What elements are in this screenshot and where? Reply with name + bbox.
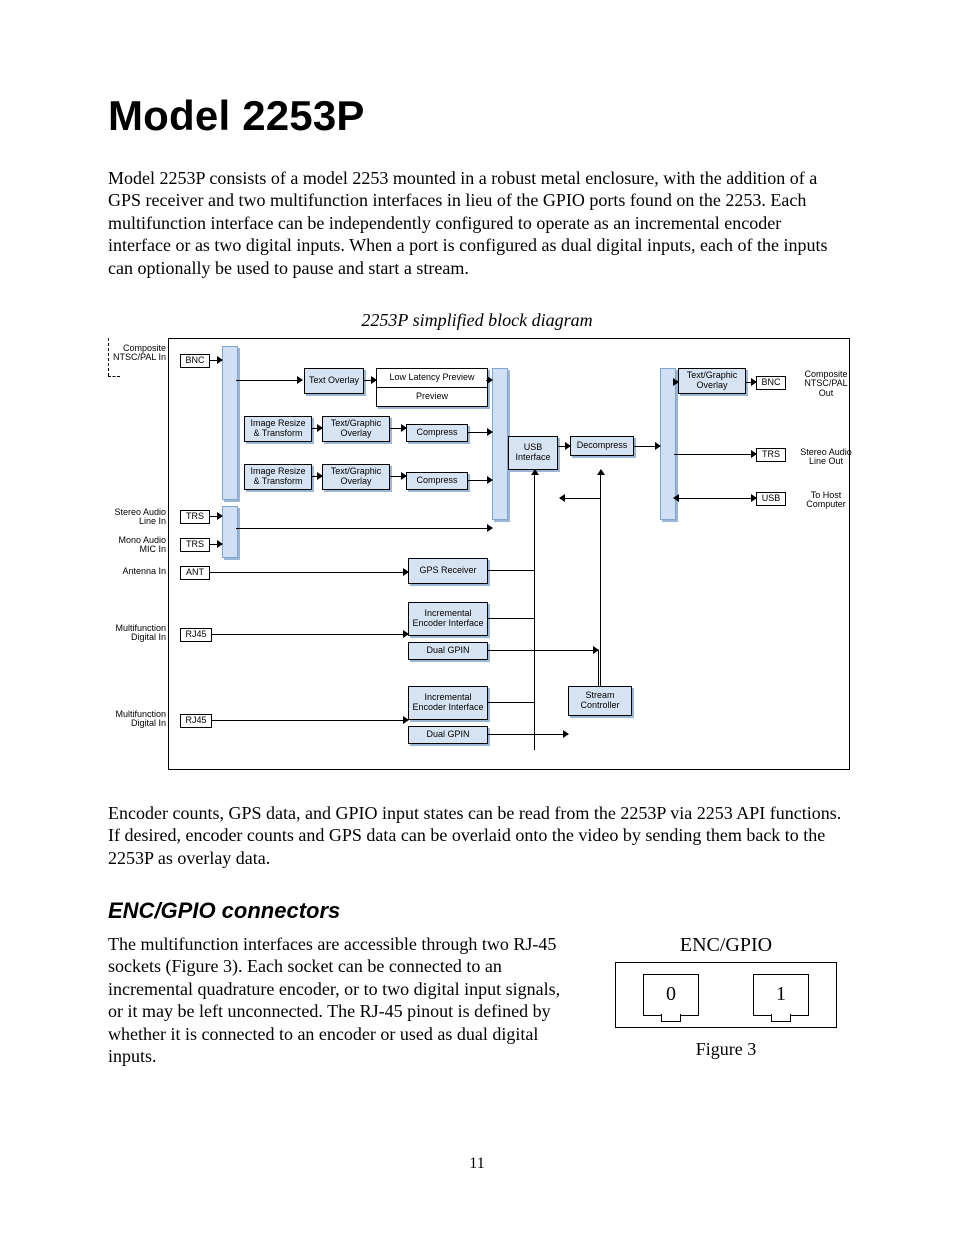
after-diagram-paragraph: Encoder counts, GPS data, and GPIO input… (108, 802, 846, 870)
diagram-caption: 2253P simplified block diagram (108, 309, 846, 332)
block-tg-overlay-1: Text/Graphic Overlay (322, 416, 390, 442)
port-trs-1: TRS (180, 510, 210, 524)
port-bnc-out: BNC (756, 376, 786, 390)
section-enc-gpio: ENC/GPIO connectors (108, 897, 846, 925)
video-splitter (222, 346, 238, 500)
port-rj45-2: RJ45 (180, 714, 212, 728)
block-gps: GPS Receiver (408, 558, 488, 584)
block-iei-1: Incremental Encoder Interface (408, 602, 488, 636)
block-gpin-1: Dual GPIN (408, 642, 488, 660)
merge-left (492, 368, 508, 520)
port-bnc-in: BNC (180, 354, 210, 368)
port-trs-2: TRS (180, 538, 210, 552)
label-antenna-in: Antenna In (104, 567, 166, 577)
port-trs-out: TRS (756, 448, 786, 462)
audio-splitter (222, 506, 238, 558)
block-preview: Preview (377, 387, 487, 406)
label-composite-in: Composite NTSC/PAL In (104, 344, 166, 364)
label-multifunction-1: Multifunction Digital In (104, 624, 166, 644)
figure-3-caption: Figure 3 (606, 1038, 846, 1061)
page-number: 11 (108, 1154, 846, 1174)
block-usb-interface: USB Interface (508, 436, 558, 470)
page-title: Model 2253P (108, 90, 846, 143)
block-decompress: Decompress (570, 436, 634, 456)
block-preview-strip: Low Latency Preview Preview (376, 368, 488, 407)
label-stereo-out: Stereo Audio Line Out (796, 448, 856, 468)
intro-paragraph: Model 2253P consists of a model 2253 mou… (108, 167, 846, 280)
block-resize-2: Image Resize & Transform (244, 464, 312, 490)
block-tg-overlay-out: Text/Graphic Overlay (678, 368, 746, 394)
label-multifunction-2: Multifunction Digital In (104, 710, 166, 730)
block-compress-1: Compress (406, 424, 468, 442)
label-usb-host: To Host Computer (796, 491, 856, 511)
port-rj45-1: RJ45 (180, 628, 212, 642)
block-diagram: Composite NTSC/PAL In Stereo Audio Line … (108, 338, 848, 778)
block-low-latency-preview: Low Latency Preview (377, 369, 487, 387)
block-iei-2: Incremental Encoder Interface (408, 686, 488, 720)
figure-3-box: 0 1 (615, 962, 837, 1028)
label-mono-in: Mono Audio MIC In (104, 536, 166, 556)
block-tg-overlay-2: Text/Graphic Overlay (322, 464, 390, 490)
rj45-socket-1: 1 (753, 974, 809, 1016)
port-ant: ANT (180, 566, 210, 580)
rj45-socket-0: 0 (643, 974, 699, 1016)
port-usb: USB (756, 492, 786, 506)
diagram-frame (168, 338, 850, 770)
enc-gpio-paragraph: The multifunction interfaces are accessi… (108, 933, 578, 1068)
block-text-overlay: Text Overlay (304, 368, 364, 394)
block-compress-2: Compress (406, 472, 468, 490)
figure-3: ENC/GPIO 0 1 Figure 3 (606, 933, 846, 1061)
label-stereo-in: Stereo Audio Line In (104, 508, 166, 528)
block-stream-controller: Stream Controller (568, 686, 632, 716)
block-gpin-2: Dual GPIN (408, 726, 488, 744)
figure-3-title: ENC/GPIO (606, 933, 846, 958)
label-composite-out: Composite NTSC/PAL Out (796, 370, 856, 400)
block-resize-1: Image Resize & Transform (244, 416, 312, 442)
